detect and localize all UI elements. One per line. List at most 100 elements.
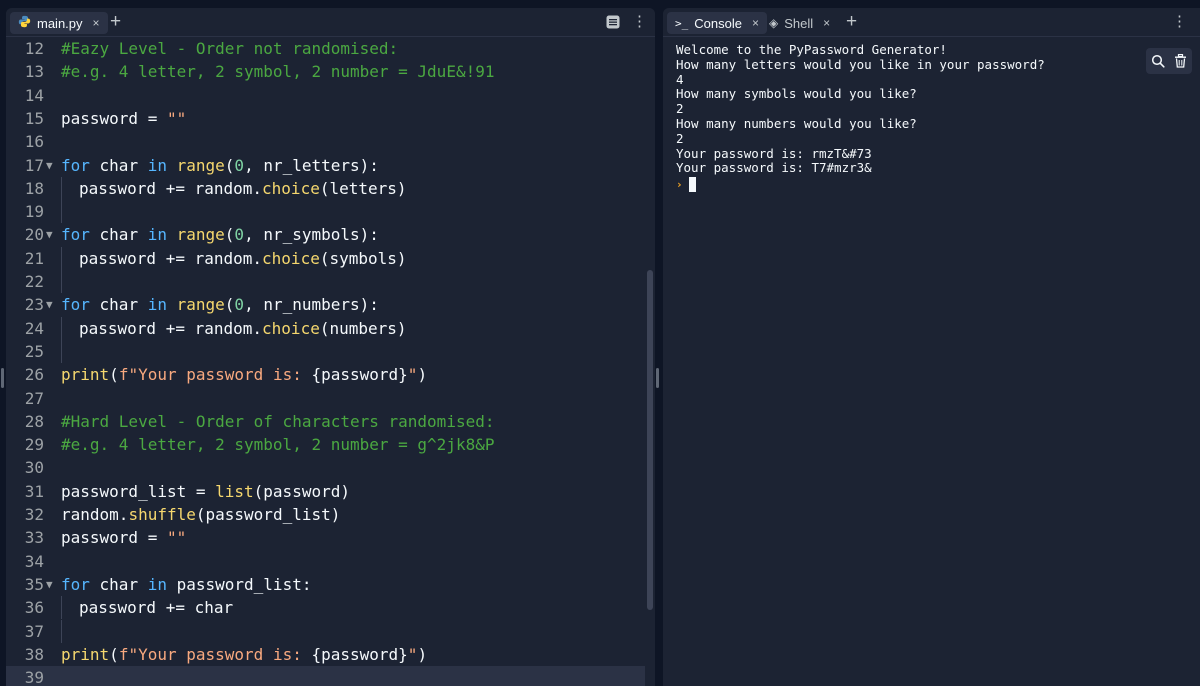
pane-resize-handle[interactable] bbox=[656, 368, 659, 388]
code-line[interactable]: 22 bbox=[6, 270, 645, 293]
left-resize-handle[interactable] bbox=[1, 368, 4, 388]
console-output-line: How many symbols would you like? bbox=[676, 86, 917, 102]
code-line[interactable]: 15 password = "" bbox=[6, 107, 645, 130]
close-icon[interactable]: × bbox=[823, 16, 830, 30]
console-output-line: Your password is: T7#mzr3& bbox=[676, 160, 872, 176]
fold-arrow-icon[interactable]: ▼ bbox=[46, 223, 53, 246]
code-line[interactable]: 19 bbox=[6, 200, 645, 224]
code-text: for char in range(0, nr_symbols): bbox=[61, 223, 379, 246]
fold-arrow-icon[interactable]: ▼ bbox=[46, 573, 53, 596]
code-token: #Eazy Level - Order not randomised: bbox=[61, 39, 399, 58]
code-line[interactable]: 38 print(f"Your password is: {password}") bbox=[6, 643, 645, 666]
console-output[interactable]: Welcome to the PyPassword Generator! How … bbox=[663, 37, 1200, 686]
code-line[interactable]: 32 random.shuffle(password_list) bbox=[6, 503, 645, 526]
code-line[interactable]: 14 bbox=[6, 84, 645, 107]
editor-menu-button[interactable]: ⋮ bbox=[632, 12, 647, 32]
code-token: choice bbox=[262, 178, 320, 198]
code-line[interactable]: 13 #e.g. 4 letter, 2 symbol, 2 number = J… bbox=[6, 60, 645, 83]
fold-arrow-icon[interactable]: ▼ bbox=[46, 293, 53, 316]
fold-arrow-icon[interactable]: ▼ bbox=[46, 154, 53, 177]
line-number: 14 bbox=[24, 85, 44, 105]
code-line[interactable]: 35 ▼ for char in password_list: bbox=[6, 573, 645, 596]
code-line[interactable]: 12 #Eazy Level - Order not randomised: bbox=[6, 37, 645, 60]
code-text bbox=[61, 619, 79, 643]
terminal-icon: >_ bbox=[675, 16, 689, 30]
code-token: , nr_letters): bbox=[244, 155, 379, 175]
code-line[interactable]: 33 password = "" bbox=[6, 526, 645, 549]
code-token: random. bbox=[61, 505, 129, 524]
code-line[interactable]: 39 bbox=[6, 666, 645, 686]
code-token: 0 bbox=[234, 155, 245, 175]
code-token: list bbox=[215, 481, 254, 501]
code-line[interactable]: 18 password += random.choice(letters) bbox=[6, 176, 645, 200]
line-number: 29 bbox=[24, 435, 44, 455]
code-text: print(f"Your password is: {password}") bbox=[61, 643, 427, 666]
code-text: #Hard Level - Order of characters random… bbox=[61, 410, 494, 433]
code-line[interactable]: 34 bbox=[6, 550, 645, 573]
code-token: password = bbox=[61, 528, 167, 548]
console-menu-button[interactable]: ⋮ bbox=[1172, 12, 1187, 32]
indent-guide bbox=[61, 270, 79, 293]
code-token: shuffle bbox=[128, 505, 196, 524]
code-line[interactable]: 30 bbox=[6, 456, 645, 479]
editor-scrollbar[interactable] bbox=[647, 270, 653, 610]
code-line[interactable]: 17 ▼ for char in range(0, nr_letters): bbox=[6, 154, 645, 177]
code-editor[interactable]: 12 #Eazy Level - Order not randomised: 13 #… bbox=[6, 37, 655, 686]
code-line[interactable]: 31 password_list = list(password) bbox=[6, 480, 645, 503]
code-line[interactable]: 25 bbox=[6, 339, 645, 363]
code-text: for char in range(0, nr_letters): bbox=[61, 154, 379, 177]
code-token: choice bbox=[262, 248, 320, 268]
code-token: #Hard Level - Order of characters random… bbox=[61, 411, 495, 431]
code-line[interactable]: 16 bbox=[6, 130, 645, 153]
code-token: password += char bbox=[79, 598, 234, 618]
search-icon[interactable] bbox=[1151, 54, 1165, 68]
code-line[interactable]: 27 bbox=[6, 387, 645, 410]
code-token: char bbox=[89, 225, 148, 245]
code-line[interactable]: 23 ▼ for char in range(0, nr_numbers): bbox=[6, 293, 645, 316]
indent-guide bbox=[61, 339, 79, 363]
code-text bbox=[61, 270, 79, 293]
add-tab-button[interactable]: + bbox=[846, 11, 857, 33]
tab-main-py[interactable]: main.py × bbox=[10, 12, 108, 34]
list-panel-icon[interactable] bbox=[606, 15, 620, 34]
code-token: for bbox=[61, 155, 90, 175]
code-line[interactable]: 36 password += char bbox=[6, 596, 645, 620]
code-line[interactable]: 26 print(f"Your password is: {password}") bbox=[6, 363, 645, 386]
code-token: ) bbox=[417, 365, 428, 385]
code-text: #Eazy Level - Order not randomised: bbox=[61, 37, 398, 60]
code-line[interactable]: 28 #Hard Level - Order of characters rand… bbox=[6, 410, 645, 433]
code-token: ( bbox=[109, 365, 119, 385]
code-line[interactable]: 24 password += random.choice(numbers) bbox=[6, 316, 645, 340]
code-text: password += random.choice(numbers) bbox=[61, 316, 407, 340]
line-number: 25 bbox=[24, 341, 44, 361]
tab-console[interactable]: >_ Console × bbox=[667, 12, 767, 34]
indent-guide bbox=[61, 200, 79, 224]
code-token: choice bbox=[262, 318, 320, 338]
add-tab-button[interactable]: + bbox=[110, 11, 121, 33]
code-token: range bbox=[176, 155, 225, 175]
code-text bbox=[61, 339, 79, 363]
code-token: #e.g. 4 letter, 2 symbol, 2 number = g^2… bbox=[61, 435, 495, 455]
code-line[interactable]: 20 ▼ for char in range(0, nr_symbols): bbox=[6, 223, 645, 246]
code-token: (password) bbox=[253, 481, 350, 501]
code-line[interactable]: 29 #e.g. 4 letter, 2 symbol, 2 number = g… bbox=[6, 433, 645, 456]
trash-icon[interactable] bbox=[1174, 54, 1187, 68]
indent-guide bbox=[61, 246, 79, 270]
close-icon[interactable]: × bbox=[93, 16, 100, 30]
code-token: #e.g. 4 letter, 2 symbol, 2 number = Jdu… bbox=[61, 62, 495, 82]
code-token: "" bbox=[166, 108, 187, 128]
tab-shell[interactable]: ◈ Shell × bbox=[761, 12, 838, 34]
code-line[interactable]: 37 bbox=[6, 619, 645, 643]
close-icon[interactable]: × bbox=[752, 16, 759, 30]
code-text: #e.g. 4 letter, 2 symbol, 2 number = g^2… bbox=[61, 433, 494, 456]
line-number: 35 bbox=[24, 574, 44, 594]
code-token: in bbox=[147, 295, 167, 315]
line-number: 18 bbox=[24, 178, 44, 198]
code-line[interactable]: 21 password += random.choice(symbols) bbox=[6, 246, 645, 270]
code-text: password += char bbox=[61, 596, 234, 620]
code-token: for bbox=[61, 295, 90, 315]
console-output-line: 2 bbox=[676, 101, 684, 117]
line-number: 26 bbox=[24, 365, 44, 385]
console-prompt[interactable]: › bbox=[676, 176, 1187, 192]
code-token: f"Your password is: bbox=[118, 644, 312, 664]
